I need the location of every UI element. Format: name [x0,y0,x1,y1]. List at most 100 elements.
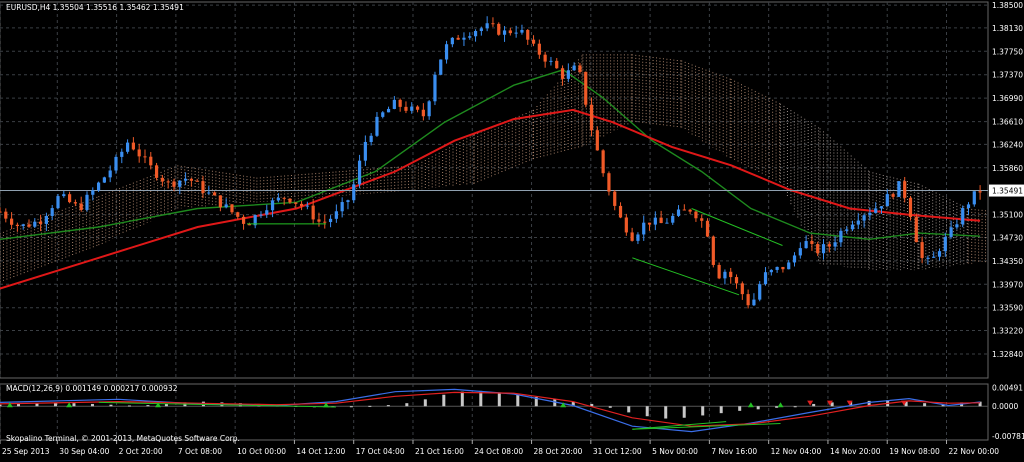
candle-body [334,211,338,219]
current-price-label: 1.35491 [992,187,1023,196]
macd-tick-label: 0.00491 [992,383,1023,392]
candle-body [897,181,901,197]
candle-body [73,202,77,204]
candle-body [56,196,60,209]
candle-body [653,217,657,225]
candle-body [850,224,855,230]
candle-body [108,170,112,178]
candle-body [589,104,594,131]
candle-body [810,241,814,244]
price-tick-label: 1.33220 [992,327,1023,336]
macd-histogram-bar [423,399,427,407]
candle-body [485,23,489,29]
candle-body [717,264,721,279]
candle-body [827,244,831,247]
candle-body [473,30,478,37]
candle-body [357,160,362,185]
macd-tick-label: 0.0000 [992,402,1018,411]
candle-body [798,248,802,256]
candle-body [102,177,106,183]
macd-histogram-bar [146,405,150,407]
candle-body [775,266,779,270]
candle-body [746,294,750,306]
candle-body [961,208,965,225]
candle-body [137,149,141,157]
candle-body [659,217,663,224]
candle-body [937,251,942,257]
macd-histogram-bar [164,403,168,407]
candle-body [862,215,866,221]
macd-histogram-bar [0,404,2,407]
macd-histogram-bar [460,391,464,407]
candle-body [62,194,66,197]
candle-body [9,218,14,225]
macd-histogram-bar [682,406,686,418]
candle-body [665,222,669,224]
macd-histogram-bar [368,405,372,407]
candle-body [439,59,443,75]
macd-histogram-bar [516,394,520,407]
price-tick-label: 1.33970 [992,280,1023,289]
time-tick-label: 17 Oct 04:00 [356,447,405,456]
candle-body [386,108,391,113]
time-tick-label: 22 Nov 00:00 [949,447,1000,456]
candle-body [294,202,298,204]
price-tick-label: 1.33590 [992,304,1023,313]
candle-body [91,190,95,195]
candle-body [21,224,25,227]
candle-body [560,68,565,79]
candle-body [943,237,947,252]
candle-body [566,70,570,79]
candle-body [340,202,344,212]
candle-body [914,217,918,243]
candle-body [363,141,367,161]
candle-body [514,32,518,34]
price-tick-label: 1.34730 [992,233,1023,242]
candle-body [792,255,797,263]
candle-body [601,150,605,174]
candle-body [224,204,228,208]
candle-body [346,200,350,203]
macd-histogram-bar [442,394,446,407]
candle-body [183,178,188,181]
candle-body [178,180,182,187]
candle-body [218,195,222,208]
candle-body [926,257,930,259]
candle-body [885,194,889,207]
candle-body [705,220,710,237]
price-tick-label: 1.34350 [992,257,1023,266]
macd-histogram-bar [701,406,705,416]
candle-body [236,212,240,217]
candle-body [769,269,773,273]
candle-body [763,272,768,285]
price-tick-label: 1.37750 [992,47,1023,56]
candle-body [972,191,976,205]
candle-body [781,266,785,270]
time-tick-label: 25 Sep 2013 [2,447,50,456]
candle-body [38,221,43,224]
candle-body [879,206,884,209]
macd-histogram-bar [645,406,649,417]
candle-body [752,299,756,306]
candle-body [729,271,733,278]
macd-histogram-bar [608,406,612,408]
candle-body [0,211,2,213]
candle-body [160,177,164,182]
candle-body [4,211,8,219]
candle-body [618,205,623,218]
candle-body [868,212,872,216]
candle-body [821,244,826,254]
price-tick-label: 1.35100 [992,211,1023,220]
candle-body [415,106,420,110]
candle-body [624,217,628,233]
candle-body [700,218,704,221]
candle-body [15,224,19,227]
candle-body [636,234,640,241]
copyright-text: Skopalino Terminal, © 2001-2013, MetaQuo… [6,434,240,443]
candle-body [949,227,953,238]
candle-body [410,106,414,111]
candle-body [856,220,860,225]
candle-body [299,203,304,207]
candle-body [555,60,559,69]
candle-body [694,211,698,219]
